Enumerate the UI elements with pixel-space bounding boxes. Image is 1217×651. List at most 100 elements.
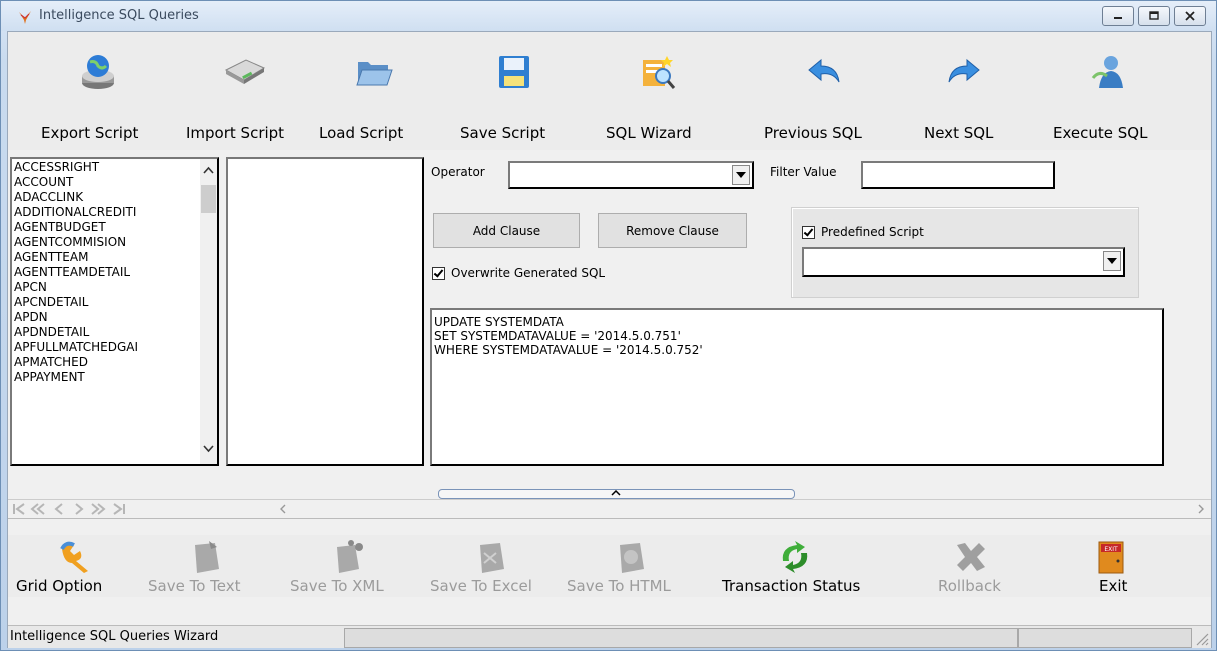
scroll-right-icon[interactable] bbox=[1194, 502, 1208, 516]
status-text: Intelligence SQL Queries Wizard bbox=[10, 629, 219, 644]
predefined-script-dropdown[interactable] bbox=[1103, 251, 1121, 271]
chevron-down-icon bbox=[736, 172, 746, 178]
exit-door-icon: EXIT bbox=[1098, 541, 1124, 574]
table-list-item[interactable]: ACCESSRIGHT bbox=[12, 160, 217, 175]
status-bar: Intelligence SQL Queries Wizard bbox=[8, 625, 1211, 648]
save-html-icon bbox=[620, 543, 644, 573]
grid-option-label: Grid Option bbox=[16, 577, 103, 595]
minimize-icon bbox=[1114, 17, 1122, 19]
scroll-up-icon[interactable] bbox=[200, 163, 217, 177]
save-xml-icon bbox=[337, 540, 363, 573]
columns-list[interactable] bbox=[226, 157, 424, 466]
sql-line: SET SYSTEMDATAVALUE = '2014.5.0.751' bbox=[434, 329, 681, 343]
table-list-item[interactable]: APDN bbox=[12, 310, 217, 325]
title-bar: Intelligence SQL Queries bbox=[1, 1, 1216, 31]
nav-first-icon[interactable] bbox=[11, 502, 27, 516]
predefined-script-label: Predefined Script bbox=[821, 225, 924, 239]
add-clause-button[interactable]: Add Clause bbox=[433, 213, 580, 248]
sql-editor[interactable]: UPDATE SYSTEMDATA SET SYSTEMDATAVALUE = … bbox=[430, 308, 1164, 466]
splitter-handle[interactable] bbox=[438, 489, 795, 499]
export-script-button[interactable]: Export Script bbox=[38, 32, 158, 150]
app-logo-icon bbox=[19, 11, 31, 24]
operator-dropdown[interactable] bbox=[732, 165, 750, 185]
table-list-item[interactable]: ACCOUNT bbox=[12, 175, 217, 190]
bottom-toolbar: Grid Option Save To Text Save To XML Sav… bbox=[8, 535, 1211, 597]
remove-clause-button[interactable]: Remove Clause bbox=[598, 213, 747, 248]
folder-open-icon bbox=[356, 62, 393, 86]
sql-line: UPDATE SYSTEMDATA bbox=[434, 315, 564, 329]
nav-prev-page-icon[interactable] bbox=[30, 502, 46, 516]
table-list-item[interactable]: APMATCHED bbox=[12, 355, 217, 370]
table-list-item[interactable]: ADDITIONALCREDITI bbox=[12, 205, 217, 220]
maximize-button[interactable] bbox=[1138, 6, 1170, 26]
operator-label: Operator bbox=[431, 165, 485, 179]
scroll-thumb[interactable] bbox=[201, 185, 216, 213]
predefined-script-select[interactable] bbox=[802, 247, 1125, 277]
save-to-excel-button[interactable]: Save To Excel bbox=[430, 535, 547, 597]
save-to-xml-button[interactable]: Save To XML bbox=[290, 535, 402, 597]
table-list-item[interactable]: APDNDETAIL bbox=[12, 325, 217, 340]
save-script-button[interactable]: Save Script bbox=[454, 32, 574, 150]
table-list-item[interactable]: ADACCLINK bbox=[12, 190, 217, 205]
save-to-html-button[interactable]: Save To HTML bbox=[567, 535, 690, 597]
import-script-button[interactable]: Import Script bbox=[184, 32, 304, 150]
table-list-item[interactable]: APCN bbox=[12, 280, 217, 295]
client-area: Export Script Import Script Load Script bbox=[7, 31, 1212, 648]
refresh-icon bbox=[782, 541, 808, 573]
tables-list[interactable]: ACCESSRIGHT ACCOUNT ADACCLINK ADDITIONALCRE… bbox=[10, 157, 219, 466]
predefined-script-checkbox[interactable]: Predefined Script bbox=[802, 225, 924, 239]
horizontal-scrollbar[interactable] bbox=[190, 500, 1210, 518]
save-to-xml-label: Save To XML bbox=[290, 577, 384, 595]
sql-line: WHERE SYSTEMDATAVALUE = '2014.5.0.752' bbox=[434, 343, 703, 357]
tables-scrollbar[interactable] bbox=[200, 159, 217, 464]
table-list-item[interactable]: AGENTTEAM bbox=[12, 250, 217, 265]
table-list-item[interactable]: APFULLMATCHEDGAI bbox=[12, 340, 217, 355]
floppy-disk-icon bbox=[499, 56, 529, 88]
table-list-item[interactable]: AGENTBUDGET bbox=[12, 220, 217, 235]
rollback-x-icon bbox=[957, 543, 985, 571]
import-script-label: Import Script bbox=[186, 124, 285, 142]
nav-last-icon[interactable] bbox=[111, 502, 127, 516]
predefined-check-icon bbox=[802, 225, 815, 239]
arrow-forward-icon bbox=[948, 58, 980, 83]
scroll-left-icon[interactable] bbox=[276, 502, 290, 516]
transaction-status-button[interactable]: Transaction Status bbox=[720, 535, 870, 597]
nav-next-icon[interactable] bbox=[71, 502, 87, 516]
previous-sql-label: Previous SQL bbox=[764, 124, 862, 142]
save-to-text-button[interactable]: Save To Text bbox=[148, 535, 260, 597]
overwrite-sql-label: Overwrite Generated SQL bbox=[451, 266, 606, 280]
table-list-item[interactable]: AGENTCOMMISION bbox=[12, 235, 217, 250]
close-button[interactable] bbox=[1174, 6, 1206, 26]
overwrite-sql-checkbox[interactable]: Overwrite Generated SQL bbox=[432, 266, 605, 280]
operator-select[interactable] bbox=[508, 161, 754, 189]
minimize-button[interactable] bbox=[1102, 6, 1134, 26]
save-to-text-label: Save To Text bbox=[148, 577, 241, 595]
previous-sql-button[interactable]: Previous SQL bbox=[760, 32, 890, 150]
sql-wizard-label: SQL Wizard bbox=[606, 124, 692, 142]
execute-sql-button[interactable]: Execute SQL bbox=[1049, 32, 1169, 150]
nav-next-page-icon[interactable] bbox=[90, 502, 106, 516]
load-script-button[interactable]: Load Script bbox=[319, 32, 429, 150]
sql-wizard-button[interactable]: SQL Wizard bbox=[592, 32, 722, 150]
save-to-html-label: Save To HTML bbox=[567, 577, 671, 595]
grid-option-button[interactable]: Grid Option bbox=[16, 535, 136, 597]
drive-icon bbox=[224, 59, 266, 84]
next-sql-button[interactable]: Next SQL bbox=[913, 32, 1013, 150]
filter-value-input[interactable] bbox=[861, 161, 1055, 189]
table-list-item[interactable]: APCNDETAIL bbox=[12, 295, 217, 310]
exit-button[interactable]: EXIT Exit bbox=[1081, 535, 1141, 597]
status-pane-right bbox=[1018, 628, 1192, 648]
overwrite-check-icon bbox=[432, 266, 445, 280]
rollback-button[interactable]: Rollback bbox=[921, 535, 1021, 597]
maximize-icon bbox=[1149, 11, 1159, 20]
wizard-magnifier-icon bbox=[643, 56, 676, 89]
save-to-excel-label: Save To Excel bbox=[430, 577, 532, 595]
table-list-item[interactable]: APPAYMENT bbox=[12, 370, 217, 385]
scroll-down-icon[interactable] bbox=[200, 442, 217, 456]
table-list-item[interactable]: AGENTTEAMDETAIL bbox=[12, 265, 217, 280]
chevron-down-icon bbox=[1107, 258, 1117, 264]
nav-prev-icon[interactable] bbox=[51, 502, 67, 516]
resize-grip-icon[interactable] bbox=[1193, 630, 1209, 646]
save-script-label: Save Script bbox=[460, 124, 546, 142]
window-title: Intelligence SQL Queries bbox=[39, 8, 199, 23]
